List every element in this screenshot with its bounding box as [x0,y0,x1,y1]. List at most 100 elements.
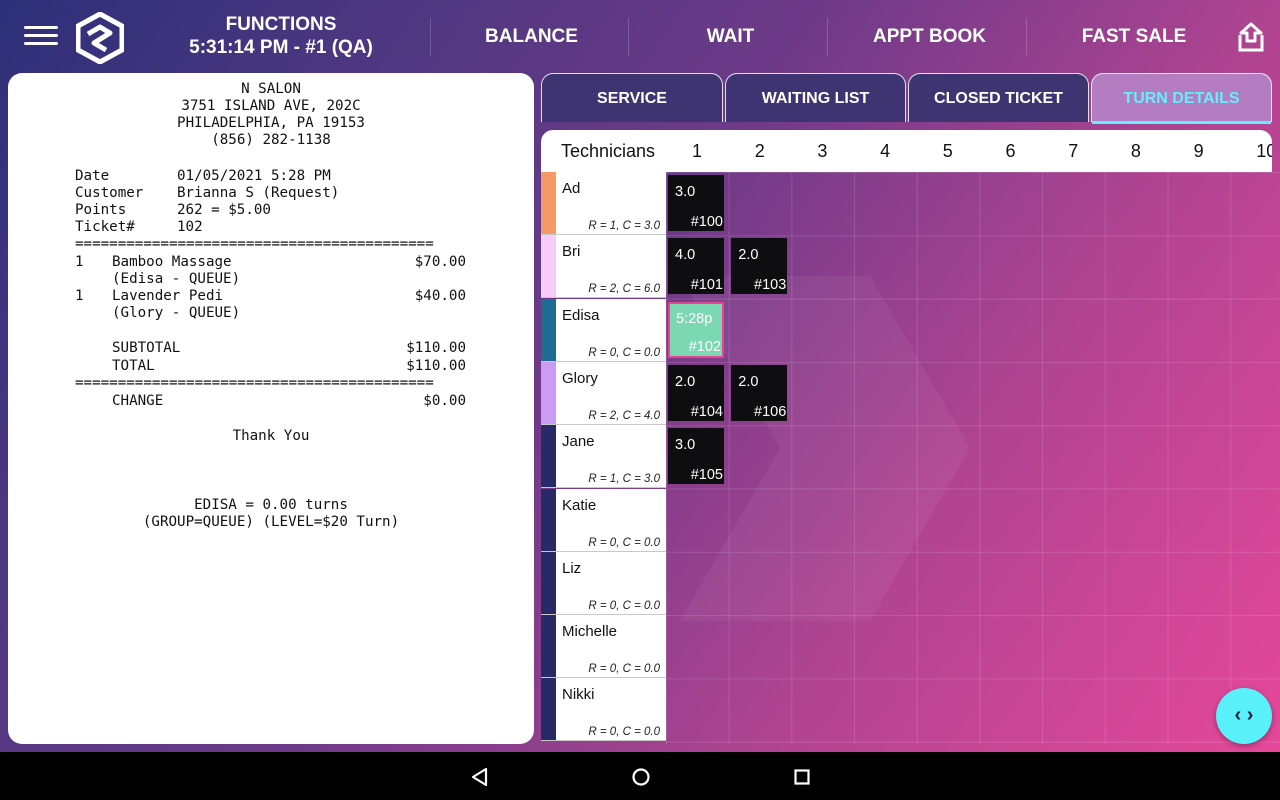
technician-row[interactable]: Katie R = 0, C = 0.0 [541,488,666,552]
receipt-detail-label: Ticket# [75,219,135,235]
technician-row[interactable]: Bri R = 2, C = 6.0 [541,235,666,299]
technician-stats: R = 0, C = 0.0 [588,663,660,676]
nav-appt-book-button[interactable]: APPT BOOK [831,26,1028,48]
turn-ticket[interactable]: 2.0 #104 [668,364,724,421]
technician-row[interactable]: Michelle R = 0, C = 0.0 [541,615,666,679]
technician-row[interactable]: Nikki R = 0, C = 0.0 [541,678,666,742]
logout-icon[interactable] [1234,20,1268,54]
nav-separator [1026,18,1027,56]
receipt-detail-label: Date [75,168,110,184]
turn-ticket[interactable]: 4.0 #101 [668,238,724,295]
technician-color-stripe [541,551,556,614]
technician-stats: R = 2, C = 4.0 [588,409,660,422]
technician-name: Glory [562,369,598,387]
technician-stats: R = 2, C = 6.0 [588,283,660,296]
header-info: FUNCTIONS 5:31:14 PM - #1 (QA) [180,13,382,59]
hamburger-menu-icon[interactable] [24,26,58,46]
technician-color-stripe [541,678,556,741]
receipt-change-value: $0.00 [423,393,466,409]
column-header-10: 10 [1256,141,1272,161]
turn-value: 2.0 [738,247,759,264]
technician-stats: R = 1, C = 3.0 [588,220,660,232]
column-header-7: 7 [1068,141,1079,161]
recents-icon[interactable] [791,766,813,788]
top-bar: FUNCTIONS 5:31:14 PM - #1 (QA) BALANCE W… [0,0,1280,72]
technician-color-stripe [541,298,556,361]
column-header-4: 4 [880,141,891,161]
home-icon[interactable] [630,766,652,788]
tab-closed-ticket[interactable]: CLOSED TICKET [908,73,1089,122]
technician-row[interactable]: Glory R = 2, C = 4.0 [541,361,666,425]
tab-bar: SERVICE WAITING LIST CLOSED TICKET TURN … [541,73,1272,124]
nav-balance-button[interactable]: BALANCE [433,26,630,48]
turn-value: 2.0 [675,373,696,390]
receipt-thank-you: Thank You [232,428,310,444]
technician-color-stripe [541,615,556,678]
turn-value: 5:28p [676,310,713,327]
technician-row[interactable]: Edisa R = 0, C = 0.0 [541,298,666,362]
technicians-column-header: Technicians [561,141,656,161]
receipt-panel: N SALON 3751 ISLAND AVE, 202C PHILADELPH… [8,73,534,744]
receipt-address-line2: PHILADELPHIA, PA 19153 [177,115,365,131]
technician-name: Katie [562,496,597,514]
nav-separator [628,18,629,56]
receipt-address-line1: 3751 ISLAND AVE, 202C [181,98,361,114]
column-header-6: 6 [1005,141,1016,161]
technician-stats: R = 0, C = 0.0 [588,346,660,359]
receipt-detail-label: Points [75,202,127,218]
receipt-detail-value: 01/05/2021 5:28 PM [177,168,331,184]
turn-ticket-number: #100 [690,214,723,230]
receipt-detail-value: 102 [177,219,203,235]
nav-fast-sale-button[interactable]: FAST SALE [1034,26,1234,48]
receipt-detail-label: Customer [75,185,144,201]
technician-stats: R = 0, C = 0.0 [588,726,660,739]
nav-separator [430,18,431,56]
column-header-5: 5 [942,141,953,161]
nav-separator [827,18,828,56]
technician-name: Edisa [562,306,600,324]
receipt-detail-value: 262 = $5.00 [177,202,271,218]
technician-row[interactable]: Ad R = 1, C = 3.0 [541,172,666,235]
receipt-subtotal-value: $110.00 [406,340,466,356]
technician-row[interactable]: Liz R = 0, C = 0.0 [541,551,666,615]
turn-value: 3.0 [675,184,696,200]
receipt-item-name: Lavender Pedi [112,288,224,304]
receipt-business-name: N SALON [241,81,301,97]
receipt-turn-group: (GROUP=QUEUE) (LEVEL=$20 Turn) [142,514,400,530]
turn-ticket-number: #106 [754,403,787,420]
receipt-item-price: $40.00 [414,288,466,304]
turn-value: 3.0 [675,437,696,454]
nav-wait-button[interactable]: WAIT [632,26,829,48]
technician-color-stripe [541,235,556,298]
expand-code-icon[interactable]: ‹ › [1216,688,1272,744]
technician-color-stripe [541,425,556,488]
app-logo-icon [76,12,124,64]
turn-ticket[interactable]: 3.0 #105 [668,428,724,485]
tab-service[interactable]: SERVICE [541,73,723,122]
receipt-subtotal-label: SUBTOTAL [112,340,181,356]
technician-color-stripe [541,361,556,424]
technician-name: Jane [562,433,595,451]
turn-ticket[interactable]: 3.0 #100 [668,175,724,231]
technician-stats: R = 0, C = 0.0 [588,599,660,612]
receipt-detail-value: Brianna S (Request) [177,185,340,201]
technician-stats: R = 1, C = 3.0 [588,473,660,486]
turn-ticket[interactable]: 2.0 #106 [731,364,788,421]
turn-ticket-number: #102 [688,338,721,355]
turn-value: 2.0 [738,373,759,390]
technician-name: Liz [562,559,582,577]
receipt-turn-summary: EDISA = 0.00 turns [194,497,348,513]
receipt-total-label: TOTAL [112,358,155,374]
column-header-9: 9 [1193,141,1204,161]
back-icon[interactable] [469,766,491,788]
technician-name: Nikki [562,686,595,704]
technician-name: Bri [562,243,581,261]
column-header-2: 2 [754,141,765,161]
column-header-1: 1 [692,141,703,161]
turn-ticket-current[interactable]: 5:28p #102 [668,301,724,358]
tab-waiting-list[interactable]: WAITING LIST [725,73,906,122]
tab-turn-details[interactable]: TURN DETAILS [1091,73,1272,124]
technician-row[interactable]: Jane R = 1, C = 3.0 [541,425,666,489]
system-navigation-bar [0,752,1280,800]
turn-ticket[interactable]: 2.0 #103 [731,238,788,295]
